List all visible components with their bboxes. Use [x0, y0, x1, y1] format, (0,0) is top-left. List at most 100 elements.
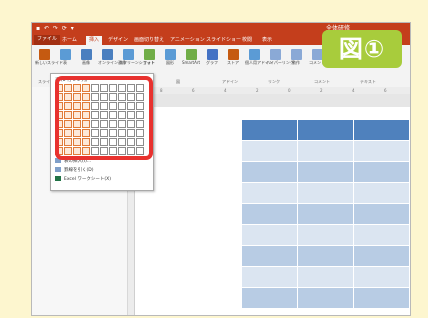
tab-2[interactable]: 挿入 — [86, 36, 103, 45]
ribbon-group-label: コメント — [314, 79, 330, 84]
table-cell[interactable] — [242, 246, 298, 266]
ribbon-icon — [269, 49, 281, 60]
ribbon-icon — [143, 49, 155, 60]
ribbon-button-9[interactable]: ストア — [224, 49, 242, 66]
table-cell[interactable] — [298, 141, 354, 161]
table-cell[interactable] — [298, 267, 354, 287]
ruler-tick: 2 — [320, 88, 323, 93]
table-cell[interactable] — [354, 288, 410, 308]
ribbon-icon — [290, 49, 302, 60]
table-cell[interactable] — [354, 141, 410, 161]
ribbon-group-label: テキスト — [360, 79, 376, 84]
ribbon-button-5[interactable]: フォト — [140, 49, 158, 66]
table-cell[interactable] — [298, 288, 354, 308]
table-cell[interactable] — [298, 162, 354, 182]
ribbon-group-label: リンク — [268, 79, 280, 84]
ribbon-button-1[interactable]: 表 — [56, 49, 74, 66]
ribbon-button-label: 画像 — [82, 60, 90, 65]
table-cell[interactable] — [354, 162, 410, 182]
ribbon-group-label: 図 — [176, 79, 180, 84]
quick-access-toolbar[interactable]: ▪ ↶ ↷ ⟳ ▾ — [36, 23, 75, 34]
ribbon-button-label: 図形 — [166, 60, 174, 65]
menu-item-1[interactable]: 罫線を引く(D) — [55, 167, 93, 175]
table-cell[interactable] — [242, 225, 298, 245]
ribbon-icon — [164, 49, 176, 60]
ribbon-button-4[interactable]: スクリーンショット — [119, 49, 155, 66]
ribbon-icon — [227, 49, 239, 60]
ribbon-icon — [38, 49, 50, 60]
ribbon-button-11[interactable]: ハイパーリンク — [266, 49, 294, 66]
table-cell[interactable] — [242, 162, 298, 182]
table-cell[interactable] — [242, 288, 298, 308]
ribbon-button-7[interactable]: SmartArt — [182, 49, 200, 66]
table-cell[interactable] — [298, 225, 354, 245]
ribbon-button-2[interactable]: 画像 — [77, 49, 95, 66]
ribbon-button-3[interactable]: オンライン画像 — [98, 49, 126, 66]
tab-0[interactable]: ファイル — [34, 35, 61, 45]
table-cell[interactable] — [298, 246, 354, 266]
ribbon-button-6[interactable]: 図形 — [161, 49, 179, 66]
ribbon-icon — [59, 49, 71, 60]
ribbon-icon — [248, 49, 260, 60]
table-cell[interactable] — [354, 246, 410, 266]
ruler-tick: 0 — [288, 88, 291, 93]
ribbon-icon — [101, 49, 113, 60]
table-cell[interactable] — [242, 141, 298, 161]
ribbon-button-12[interactable]: 動作 — [287, 49, 305, 66]
menu-item-2[interactable]: Excel ワークシート(X) — [55, 176, 111, 184]
table-cell[interactable] — [298, 183, 354, 203]
tab-7[interactable]: 校閲 — [242, 36, 252, 45]
table-row — [242, 288, 410, 308]
ribbon-button-label: 個人用アドイン — [245, 60, 273, 65]
table-cell[interactable] — [354, 267, 410, 287]
ribbon-icon — [311, 49, 323, 60]
highlight-outline — [55, 76, 153, 160]
table-row — [242, 204, 410, 224]
table-cell[interactable] — [242, 267, 298, 287]
table-cell[interactable] — [242, 204, 298, 224]
tab-4[interactable]: 画面切り替え — [134, 36, 164, 45]
slide-table[interactable] — [242, 120, 410, 315]
figure-badge: 図① — [322, 30, 402, 68]
ruler-tick: 6 — [192, 88, 195, 93]
table-cell[interactable] — [242, 183, 298, 203]
ruler-tick: 4 — [224, 88, 227, 93]
ribbon-button-label: 表 — [63, 60, 67, 65]
ribbon-icon — [122, 49, 134, 60]
table-cell[interactable] — [354, 204, 410, 224]
table-row — [242, 162, 410, 182]
table-row — [242, 120, 410, 140]
table-cell[interactable] — [354, 225, 410, 245]
pencil-icon — [55, 167, 61, 172]
ribbon-button-10[interactable]: 個人用アドイン — [245, 49, 273, 66]
table-cell[interactable] — [298, 204, 354, 224]
ribbon-button-label: 新しいスライド — [35, 60, 63, 65]
tab-5[interactable]: アニメーション — [170, 36, 205, 45]
ribbon-icon — [185, 49, 197, 60]
table-cell[interactable] — [298, 120, 354, 140]
table-cell[interactable] — [354, 183, 410, 203]
tab-1[interactable]: ホーム — [62, 36, 77, 45]
ribbon-button-label: スクリーンショット — [119, 60, 155, 65]
ribbon-button-label: SmartArt — [182, 60, 201, 65]
table-row — [242, 183, 410, 203]
ruler-tick: 2 — [256, 88, 259, 93]
table-cell[interactable] — [354, 120, 410, 140]
ribbon-button-0[interactable]: 新しいスライド — [35, 49, 63, 66]
ruler-tick: 4 — [352, 88, 355, 93]
ribbon-icon — [80, 49, 92, 60]
table-row — [242, 225, 410, 245]
table-cell[interactable] — [242, 120, 298, 140]
menu-item-label: Excel ワークシート(X) — [64, 177, 111, 182]
ribbon-button-label: オンライン画像 — [98, 60, 126, 65]
ruler-tick: 6 — [384, 88, 387, 93]
tab-6[interactable]: スライドショー — [206, 36, 241, 45]
tab-3[interactable]: デザイン — [108, 36, 128, 45]
ribbon-group-label: アドイン — [222, 79, 238, 84]
ribbon-button-label: 動作 — [292, 60, 300, 65]
tab-8[interactable]: 表示 — [262, 36, 272, 45]
excel-icon — [55, 176, 61, 181]
ribbon-button-8[interactable]: グラフ — [203, 49, 221, 66]
table-row — [242, 246, 410, 266]
ribbon-icon — [206, 49, 218, 60]
